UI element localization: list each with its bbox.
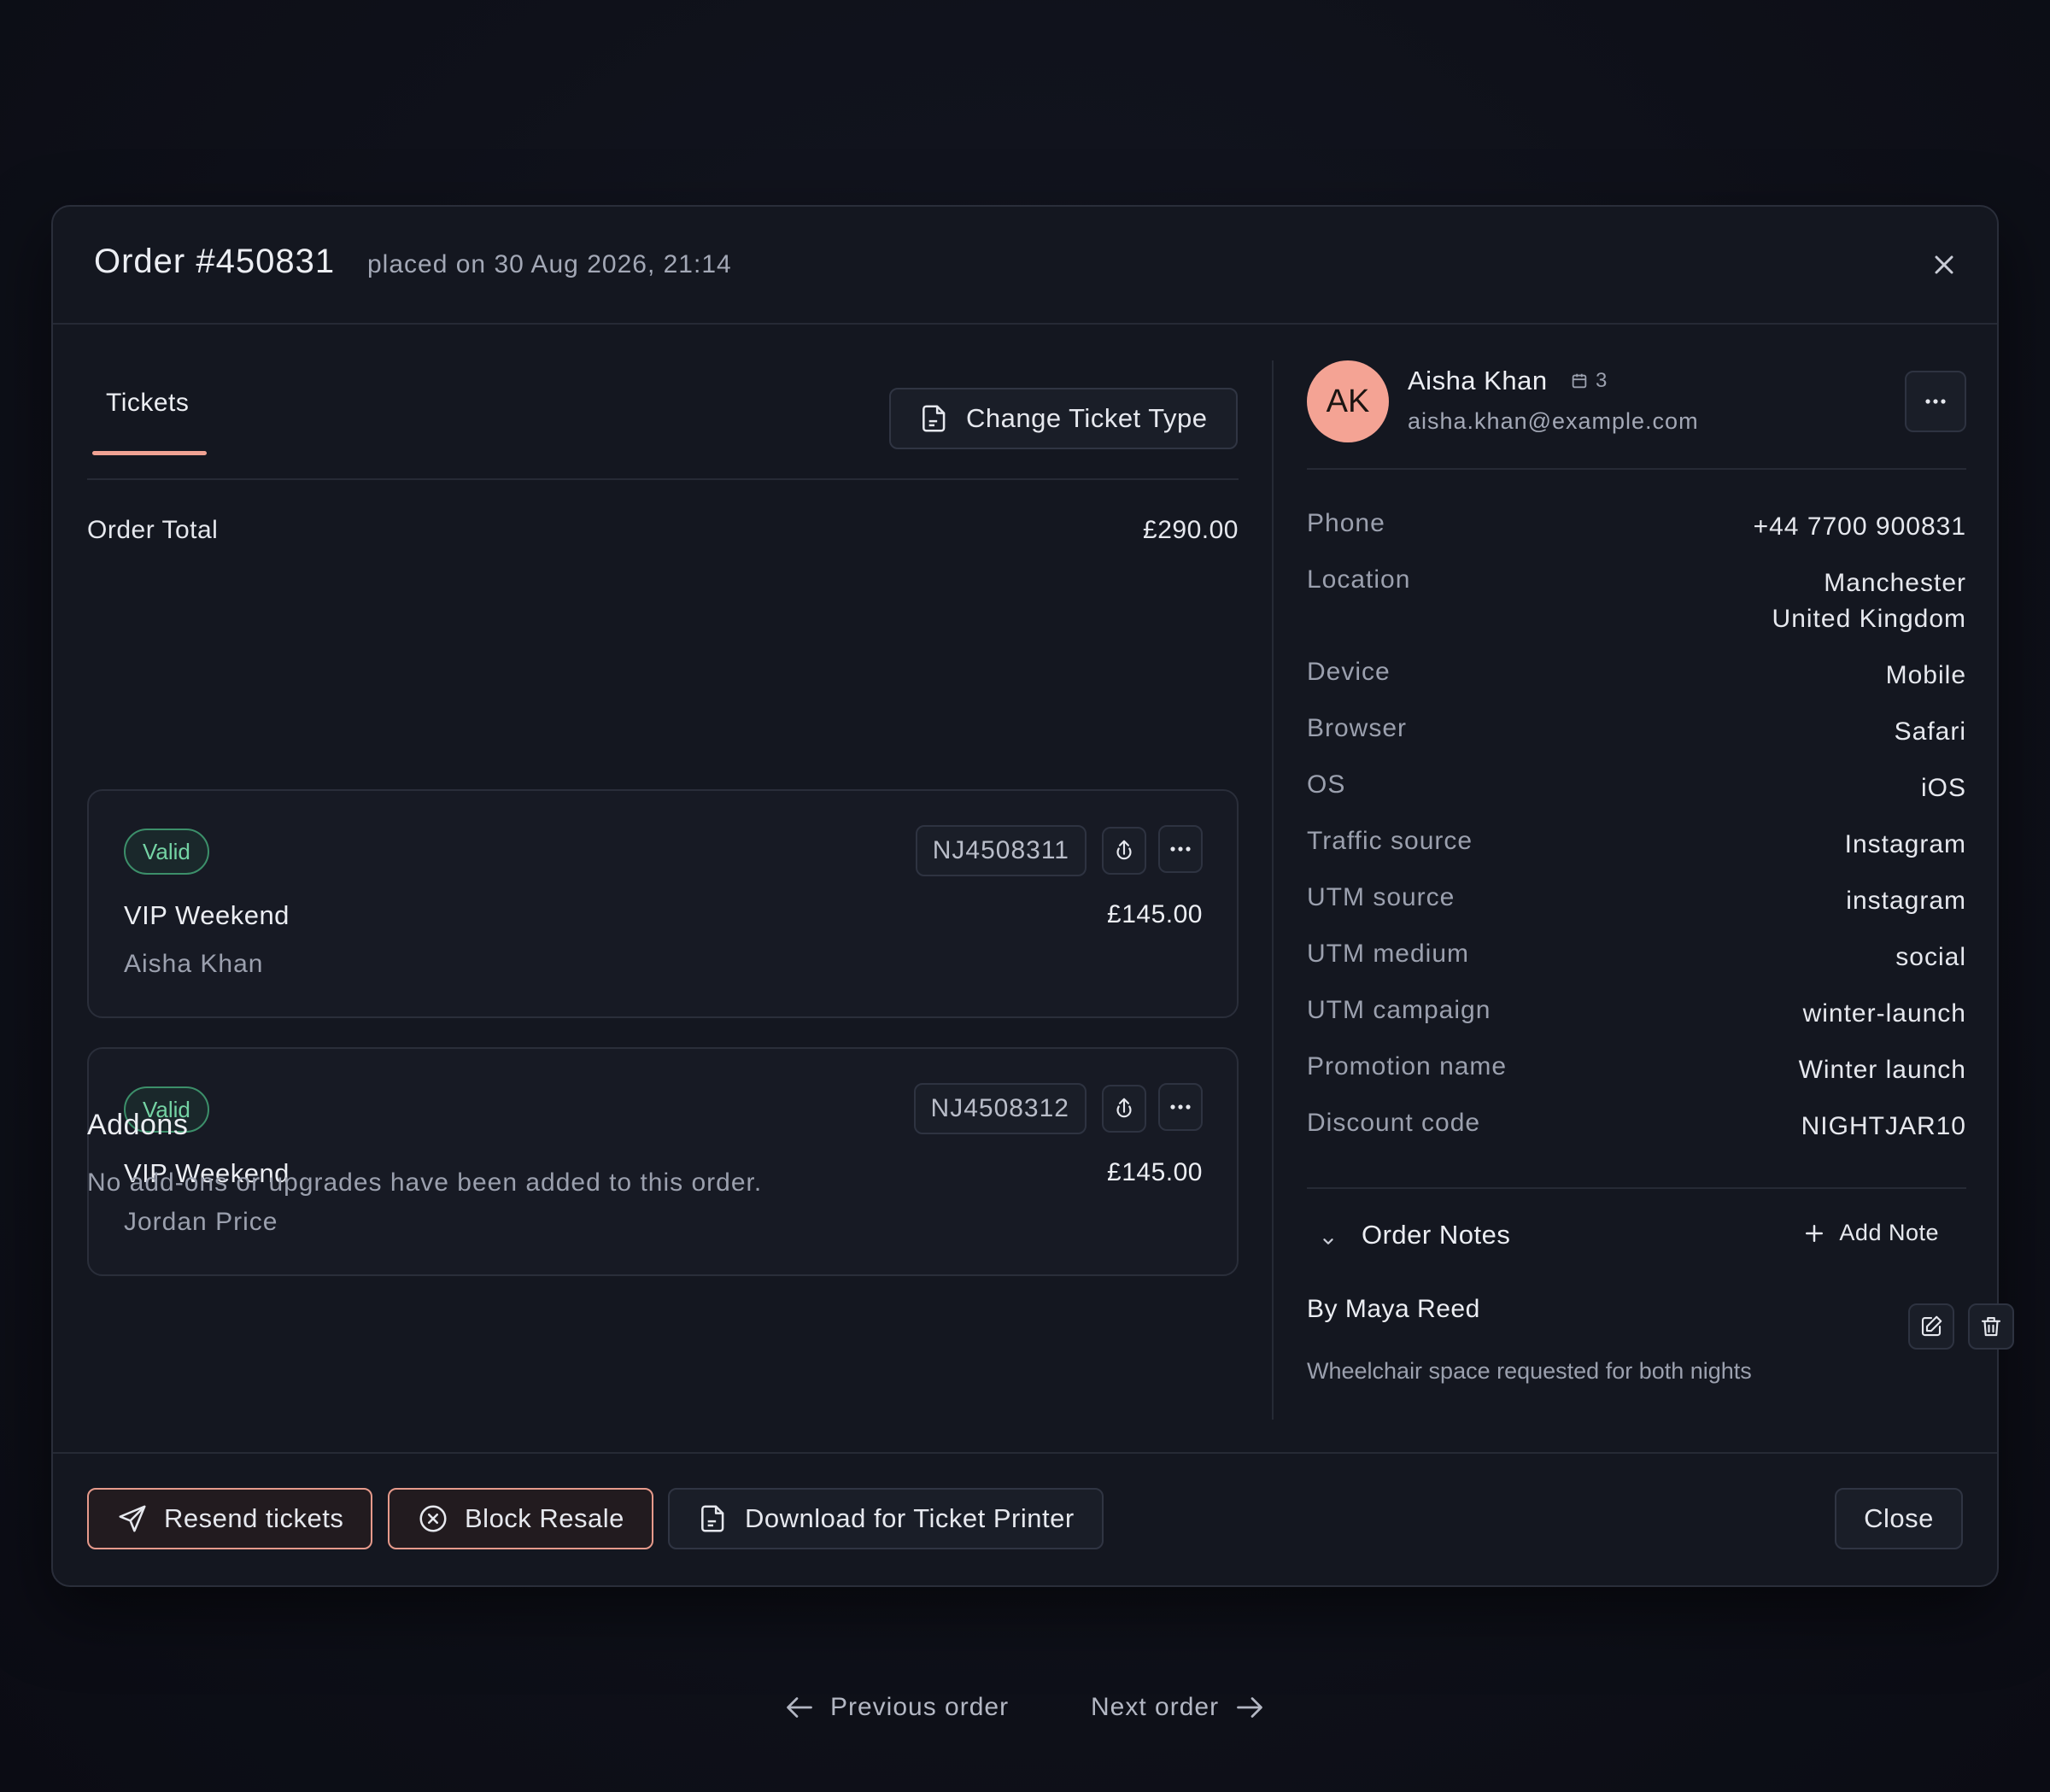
detail-label: Traffic source xyxy=(1307,827,1473,855)
note-author: By Maya Reed xyxy=(1307,1295,1480,1323)
tabs-divider xyxy=(87,478,1239,480)
resend-tickets-button[interactable]: Resend tickets xyxy=(87,1488,373,1549)
ticket-code: NJ4508311 xyxy=(915,825,1086,876)
share-button[interactable] xyxy=(1102,827,1146,875)
block-resale-button[interactable]: Block Resale xyxy=(388,1488,653,1549)
more-icon xyxy=(1170,846,1191,852)
next-order-label: Next order xyxy=(1091,1693,1220,1721)
arrow-left-icon xyxy=(787,1697,812,1718)
ticket-card: Valid NJ4508312 VIP Weekend £145.00 Jord… xyxy=(87,1047,1239,1276)
previous-order-link[interactable]: Previous order xyxy=(784,1693,1009,1722)
order-notes-title: Order Notes xyxy=(1362,1220,1511,1250)
detail-label: Promotion name xyxy=(1307,1052,1508,1080)
order-modal: Order #450831 placed on 30 Aug 2026, 21:… xyxy=(51,205,2014,1587)
detail-value: Winter launch xyxy=(1798,1056,1966,1084)
arrow-right-icon xyxy=(1237,1697,1262,1718)
detail-label: UTM campaign xyxy=(1307,996,1491,1024)
detail-label: UTM medium xyxy=(1307,940,1470,968)
delete-note-button[interactable] xyxy=(1968,1303,2014,1350)
more-icon xyxy=(1925,399,1946,404)
circle-x-icon xyxy=(419,1505,447,1532)
detail-label: Browser xyxy=(1307,714,1408,742)
more-icon xyxy=(1170,1104,1191,1110)
previous-order-label: Previous order xyxy=(830,1693,1010,1721)
detail-value: instagram xyxy=(1846,887,1966,915)
detail-value: social xyxy=(1895,943,1966,971)
chevron-down-icon[interactable] xyxy=(1319,1232,1338,1250)
addons-empty-text: No add-ons or upgrades have been added t… xyxy=(87,1168,763,1197)
edit-note-button[interactable] xyxy=(1908,1303,1954,1350)
edit-icon xyxy=(1921,1315,1942,1337)
customer-order-count: 3 xyxy=(1570,369,1607,393)
note-text: Wheelchair space requested for both nigh… xyxy=(1307,1358,1752,1384)
detail-label: Device xyxy=(1307,658,1391,686)
addons-title: Addons xyxy=(87,1109,189,1141)
ticket-code: NJ4508312 xyxy=(913,1083,1086,1134)
detail-label: OS xyxy=(1307,770,1346,799)
ticket-holder: Jordan Price xyxy=(124,1208,278,1236)
status-badge: Valid xyxy=(124,829,209,875)
next-order-link[interactable]: Next order xyxy=(1091,1693,1265,1722)
ticket-price: £145.00 xyxy=(1107,900,1203,928)
close-button[interactable]: Close xyxy=(1835,1488,1963,1549)
detail-value: iOS xyxy=(1920,774,1966,802)
customer-more-button[interactable] xyxy=(1905,371,1966,432)
ticket-price: £145.00 xyxy=(1107,1158,1203,1186)
ticket-type: VIP Weekend xyxy=(124,900,290,930)
send-icon xyxy=(119,1505,146,1532)
detail-value: Mobile xyxy=(1885,661,1966,689)
block-resale-label: Block Resale xyxy=(465,1503,624,1533)
detail-value: NIGHTJAR10 xyxy=(1801,1112,1966,1140)
add-note-label: Add Note xyxy=(1839,1220,1939,1245)
plus-icon xyxy=(1806,1224,1824,1242)
avatar: AK xyxy=(1307,360,1389,442)
share-icon xyxy=(1116,1098,1132,1118)
ticket-more-button[interactable] xyxy=(1158,825,1203,873)
order-title: Order #450831 xyxy=(94,243,336,280)
change-ticket-type-label: Change Ticket Type xyxy=(966,403,1208,433)
detail-label: Location xyxy=(1307,565,1411,594)
ticket-holder: Aisha Khan xyxy=(124,950,264,978)
share-icon xyxy=(1116,840,1132,860)
ticket-more-button[interactable] xyxy=(1158,1083,1203,1131)
order-placed-date: placed on 30 Aug 2026, 21:14 xyxy=(367,250,732,278)
detail-label: UTM source xyxy=(1307,883,1456,911)
modal-footer: Resend tickets Block Resale Download for… xyxy=(53,1452,1997,1585)
order-count-value: 3 xyxy=(1596,369,1608,392)
detail-label: Phone xyxy=(1307,509,1385,537)
document-icon xyxy=(922,405,946,432)
modal-header: Order #450831 placed on 30 Aug 2026, 21:… xyxy=(53,207,1997,325)
tab-tickets[interactable]: Tickets xyxy=(106,389,189,418)
customer-name: Aisha Khan xyxy=(1408,366,1548,395)
tab-active-indicator xyxy=(92,451,207,455)
order-total-value: £290.00 xyxy=(1143,516,1239,544)
document-icon xyxy=(701,1505,724,1532)
detail-value: winter-launch xyxy=(1802,999,1966,1028)
detail-value: +44 7700 900831 xyxy=(1753,512,1966,541)
ticket-card: Valid NJ4508311 VIP Weekend £145.00 Aish… xyxy=(87,789,1239,1018)
change-ticket-type-button[interactable]: Change Ticket Type xyxy=(889,388,1238,449)
customer-email: aisha.khan@example.com xyxy=(1408,408,1699,434)
detail-value: Instagram xyxy=(1844,830,1966,858)
close-icon[interactable] xyxy=(1929,249,1959,280)
customer-divider xyxy=(1307,468,1966,470)
column-divider xyxy=(1272,360,1274,1420)
notes-divider xyxy=(1307,1187,1966,1189)
download-ticket-printer-label: Download for Ticket Printer xyxy=(745,1503,1075,1533)
calendar-icon xyxy=(1572,373,1587,389)
detail-value: Manchester United Kingdom xyxy=(1772,569,1966,633)
detail-value: Safari xyxy=(1894,717,1966,746)
trash-icon xyxy=(1981,1316,2001,1337)
add-note-button[interactable]: Add Note xyxy=(1801,1220,1939,1246)
share-button[interactable] xyxy=(1102,1085,1146,1133)
resend-tickets-label: Resend tickets xyxy=(164,1503,344,1533)
order-total-label: Order Total xyxy=(87,516,219,544)
detail-label: Discount code xyxy=(1307,1109,1481,1137)
download-ticket-printer-button[interactable]: Download for Ticket Printer xyxy=(668,1488,1104,1549)
